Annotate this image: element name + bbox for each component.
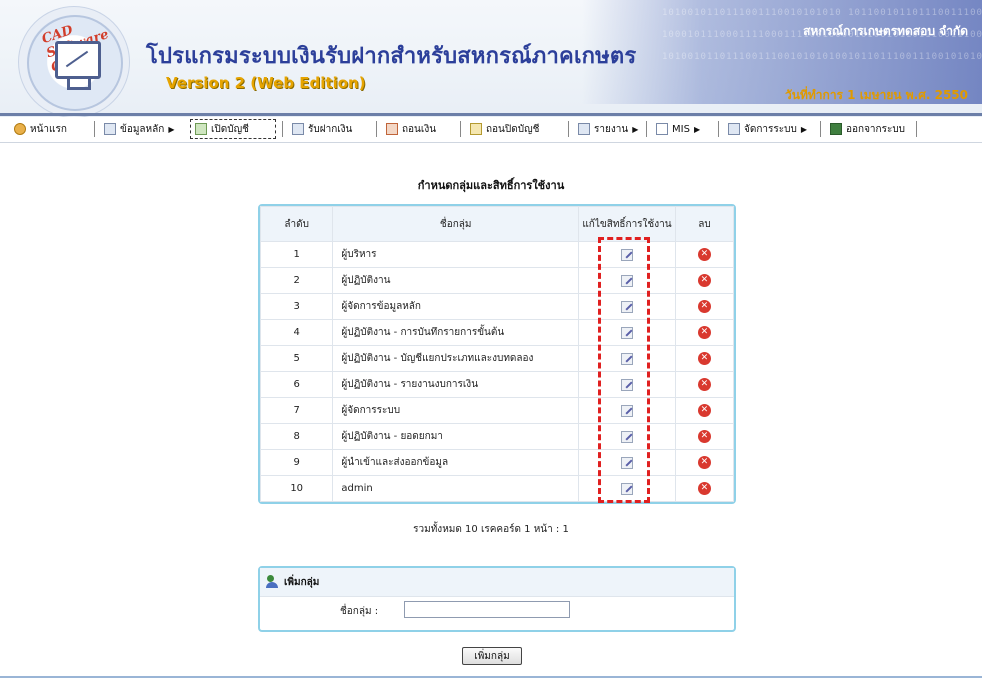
system-icon	[728, 123, 740, 135]
withdraw-icon	[386, 123, 398, 135]
menu-item-report[interactable]: รายงาน ▶	[574, 119, 642, 139]
group-name: ผู้บริหาร	[332, 241, 580, 268]
row-number: 10	[259, 475, 334, 502]
organization-name: สหกรณ์การเกษตรทดสอบ จำกัด	[803, 24, 968, 38]
group-name: ผู้ปฏิบัติงาน	[332, 267, 580, 294]
app-header: 1010010110111001110010101010 10110010110…	[0, 0, 982, 118]
row-number: 8	[259, 423, 334, 450]
edit-icon[interactable]	[620, 378, 633, 391]
group-name-label: ชื่อกลุ่ม :	[340, 606, 379, 617]
edit-icon[interactable]	[620, 248, 633, 261]
app-version: Version 2 (Web Edition)	[166, 74, 366, 92]
menu-item-close-account[interactable]: ถอนปิดบัญชี	[466, 119, 543, 139]
edit-icon[interactable]	[620, 456, 633, 469]
group-name: ผู้ปฏิบัติงาน - บัญชีแยกประเภทและงบทดลอง	[332, 345, 580, 372]
edit-icon[interactable]	[620, 274, 633, 287]
close-account-icon	[470, 123, 482, 135]
column-header-edit-permission: แก้ไขสิทธิ์การใช้งาน	[578, 206, 676, 242]
row-number: 3	[259, 293, 334, 320]
menu-item-system-admin[interactable]: จัดการระบบ ▶	[724, 119, 811, 139]
users-icon	[266, 575, 280, 589]
row-number: 4	[259, 319, 334, 346]
table-row: 8 ผู้ปฏิบัติงาน - ยอดยกมา ✕	[259, 423, 735, 450]
column-header-delete: ลบ	[674, 206, 735, 242]
menu-item-master-data[interactable]: ข้อมูลหลัก ▶	[100, 119, 179, 139]
delete-icon[interactable]: ✕	[697, 326, 711, 339]
open-account-icon	[195, 123, 207, 135]
delete-icon[interactable]: ✕	[697, 482, 711, 495]
row-number: 9	[259, 449, 334, 476]
column-header-group-name: ชื่อกลุ่ม	[332, 206, 580, 242]
menu-item-logout[interactable]: ออกจากระบบ	[826, 119, 909, 139]
table-row: 2 ผู้ปฏิบัติงาน ✕	[259, 267, 735, 294]
table-row: 3 ผู้จัดการข้อมูลหลัก ✕	[259, 293, 735, 320]
group-name: ผู้ปฏิบัติงาน - รายงานงบการเงิน	[332, 371, 580, 398]
delete-icon[interactable]: ✕	[697, 378, 711, 391]
menu-item-deposit[interactable]: รับฝากเงิน	[288, 119, 356, 139]
submenu-arrow-icon: ▶	[632, 124, 639, 134]
submenu-arrow-icon: ▶	[800, 124, 807, 134]
delete-icon[interactable]: ✕	[697, 352, 711, 365]
menu-item-open-account[interactable]: เปิดบัญชี	[190, 119, 276, 139]
app-title: โปรแกรมระบบเงินรับฝากสำหรับสหกรณ์ภาคเกษต…	[146, 44, 637, 69]
add-group-button[interactable]: เพิ่มกลุ่ม	[462, 647, 522, 665]
group-name-input[interactable]	[404, 601, 570, 618]
table-row: 7 ผู้จัดการระบบ ✕	[259, 397, 735, 424]
report-icon	[578, 123, 590, 135]
group-name: ผู้ปฏิบัติงาน - การบันทึกรายการขั้นต้น	[332, 319, 580, 346]
edit-icon[interactable]	[620, 482, 633, 495]
column-header-no: ลำดับ	[259, 206, 334, 242]
row-number: 2	[259, 267, 334, 294]
submenu-arrow-icon: ▶	[168, 124, 175, 134]
delete-icon[interactable]: ✕	[697, 248, 711, 261]
monitor-icon	[55, 41, 101, 79]
footer-divider	[0, 676, 982, 678]
menu-item-withdraw[interactable]: ถอนเงิน	[382, 119, 440, 139]
row-number: 6	[259, 371, 334, 398]
row-number: 1	[259, 241, 334, 268]
add-group-panel: เพิ่มกลุ่ม ชื่อกลุ่ม :	[258, 566, 736, 632]
group-name: admin	[332, 475, 580, 502]
group-name: ผู้ปฏิบัติงาน - ยอดยกมา	[332, 423, 580, 450]
delete-icon[interactable]: ✕	[697, 274, 711, 287]
submenu-arrow-icon: ▶	[693, 124, 701, 134]
group-name: ผู้จัดการข้อมูลหลัก	[332, 293, 580, 320]
edit-icon[interactable]	[620, 430, 633, 443]
page-title: กำหนดกลุ่มและสิทธิ์การใช้งาน	[417, 179, 565, 192]
delete-icon[interactable]: ✕	[697, 430, 711, 443]
table-header-row: ลำดับ ชื่อกลุ่ม แก้ไขสิทธิ์การใช้งาน ลบ	[259, 206, 735, 242]
add-group-title: เพิ่มกลุ่ม	[284, 576, 320, 588]
delete-icon[interactable]: ✕	[697, 300, 711, 313]
edit-icon[interactable]	[620, 300, 633, 313]
row-number: 5	[259, 345, 334, 372]
row-number: 7	[259, 397, 334, 424]
logout-icon	[830, 123, 842, 135]
deposit-icon	[292, 123, 304, 135]
edit-icon[interactable]	[620, 352, 633, 365]
home-icon	[14, 123, 26, 135]
delete-icon[interactable]: ✕	[697, 456, 711, 469]
group-table: ลำดับ ชื่อกลุ่ม แก้ไขสิทธิ์การใช้งาน ลบ …	[258, 204, 736, 504]
table-row: 6 ผู้ปฏิบัติงาน - รายงานงบการเงิน ✕	[259, 371, 735, 398]
work-date: วันที่ทำการ 1 เมษายน พ.ศ. 2550	[785, 88, 968, 102]
table-row: 5 ผู้ปฏิบัติงาน - บัญชีแยกประเภทและงบทดลอ…	[259, 345, 735, 372]
edit-icon[interactable]	[620, 404, 633, 417]
table-row: 1 ผู้บริหาร ✕	[259, 241, 735, 268]
group-name: ผู้จัดการระบบ	[332, 397, 580, 424]
table-row: 4 ผู้ปฏิบัติงาน - การบันทึกรายการขั้นต้น ✕	[259, 319, 735, 346]
table-row: 9 ผู้นำเข้าและส่งออกข้อมูล ✕	[259, 449, 735, 476]
folder-icon	[104, 123, 116, 135]
group-name: ผู้นำเข้าและส่งออกข้อมูล	[332, 449, 580, 476]
menu-item-mis[interactable]: MIS ▶	[652, 119, 704, 139]
edit-icon[interactable]	[620, 326, 633, 339]
add-group-header: เพิ่มกลุ่ม	[260, 568, 734, 597]
delete-icon[interactable]: ✕	[697, 404, 711, 417]
main-menu: หน้าแรก ข้อมูลหลัก ▶ เปิดบัญชี รับฝากเงิ…	[0, 117, 982, 143]
table-row: 10 admin ✕	[259, 475, 735, 502]
menu-item-home[interactable]: หน้าแรก	[10, 119, 71, 139]
mis-icon	[656, 123, 668, 135]
record-summary: รวมทั้งหมด 10 เรคคอร์ด 1 หน้า : 1	[413, 524, 569, 535]
app-logo: CAD Software Center	[18, 6, 130, 118]
